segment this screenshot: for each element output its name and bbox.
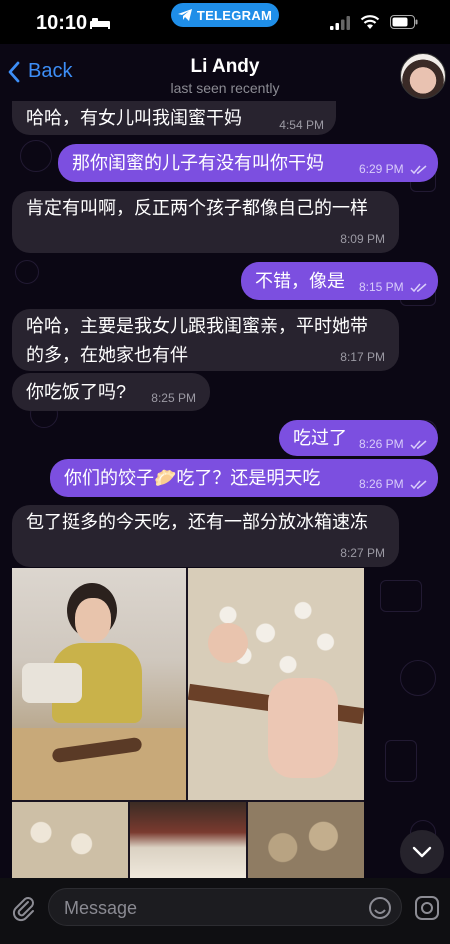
message-text: 那你闺蜜的儿子有没有叫你干妈 [72,153,324,173]
read-check-icon [410,480,427,489]
avatar[interactable] [400,53,446,99]
message-time: 8:15 PM [358,280,404,294]
message-bubble[interactable]: 吃过了 8:26 PM [279,420,438,456]
message-text: 你吃饭了吗? [26,382,127,402]
read-check-icon [410,165,427,174]
message-time: 6:29 PM [358,162,404,176]
signal-icon [330,16,350,30]
status-time: 10:10 [36,12,88,34]
message-text: 哈哈，主要是我女儿跟我闺蜜亲，平时她带的多，在她家也有伴 [26,316,368,365]
message-bubble[interactable]: 那你闺蜜的儿子有没有叫你干妈 6:29 PM [58,144,438,182]
paperclip-icon[interactable] [12,896,36,922]
message-bubble[interactable]: 你们的饺子🥟吃了？还是明天吃 8:26 PM [50,459,438,497]
last-seen-status: last seen recently [170,80,280,96]
chevron-down-icon [412,846,432,858]
message-text: 你们的饺子🥟吃了？还是明天吃 [64,468,321,488]
photo-album[interactable] [12,568,364,878]
message-bubble[interactable]: 肯定有叫啊，反正两个孩子都像自己的一样 8:09 PM [12,191,399,253]
message-text: 肯定有叫啊，反正两个孩子都像自己的一样 [26,198,368,218]
telegram-pill[interactable]: TELEGRAM [171,3,279,27]
message-time: 8:26 PM [358,477,404,491]
telegram-icon [177,9,192,21]
message-input[interactable]: Message [48,888,402,926]
message-time: 8:17 PM [340,350,385,364]
message-time: 4:54 PM [279,118,324,132]
photo-kitchen-counter[interactable] [130,802,246,878]
read-check-icon [410,440,427,449]
telegram-pill-label: TELEGRAM [196,7,273,23]
photo-dumplings-tray[interactable] [12,802,128,878]
chat-header: Back Li Andy last seen recently [0,44,450,100]
message-time: 8:27 PM [340,546,385,560]
message-bubble[interactable]: 哈哈，有女儿叫我闺蜜干妈 4:54 PM [12,101,336,135]
photo-woman-making-dumplings[interactable] [12,568,186,800]
message-time: 8:25 PM [151,391,196,405]
photo-cooked-dumplings[interactable] [248,802,364,878]
wifi-icon [360,15,380,29]
sleep-focus-icon [90,18,110,29]
message-text: 不错，像是 [255,271,345,291]
scroll-to-bottom-button[interactable] [400,830,444,874]
message-text: 吃过了 [293,428,347,448]
message-bubble[interactable]: 哈哈，主要是我女儿跟我闺蜜亲，平时她带的多，在她家也有伴 8:17 PM [12,309,399,371]
message-bubble[interactable]: 包了挺多的今天吃，还有一部分放冰箱速冻 8:27 PM [12,505,399,567]
photo-dumplings-rolling-pin[interactable] [188,568,364,800]
read-check-icon [410,283,427,292]
message-text: 哈哈，有女儿叫我闺蜜干妈 [26,108,242,128]
sticker-icon[interactable] [368,896,392,920]
chat-title[interactable]: Li Andy [0,56,450,78]
camera-icon[interactable] [414,895,440,921]
message-composer: Message [0,878,450,944]
battery-icon [390,15,418,29]
message-bubble[interactable]: 不错，像是 8:15 PM [241,262,438,300]
message-bubble[interactable]: 你吃饭了吗? 8:25 PM [12,373,210,411]
message-time: 8:26 PM [358,437,404,451]
status-bar: 10:10 TELEGRAM [0,0,450,44]
message-text: 包了挺多的今天吃，还有一部分放冰箱速冻 [26,512,368,532]
message-time: 8:09 PM [340,232,385,246]
